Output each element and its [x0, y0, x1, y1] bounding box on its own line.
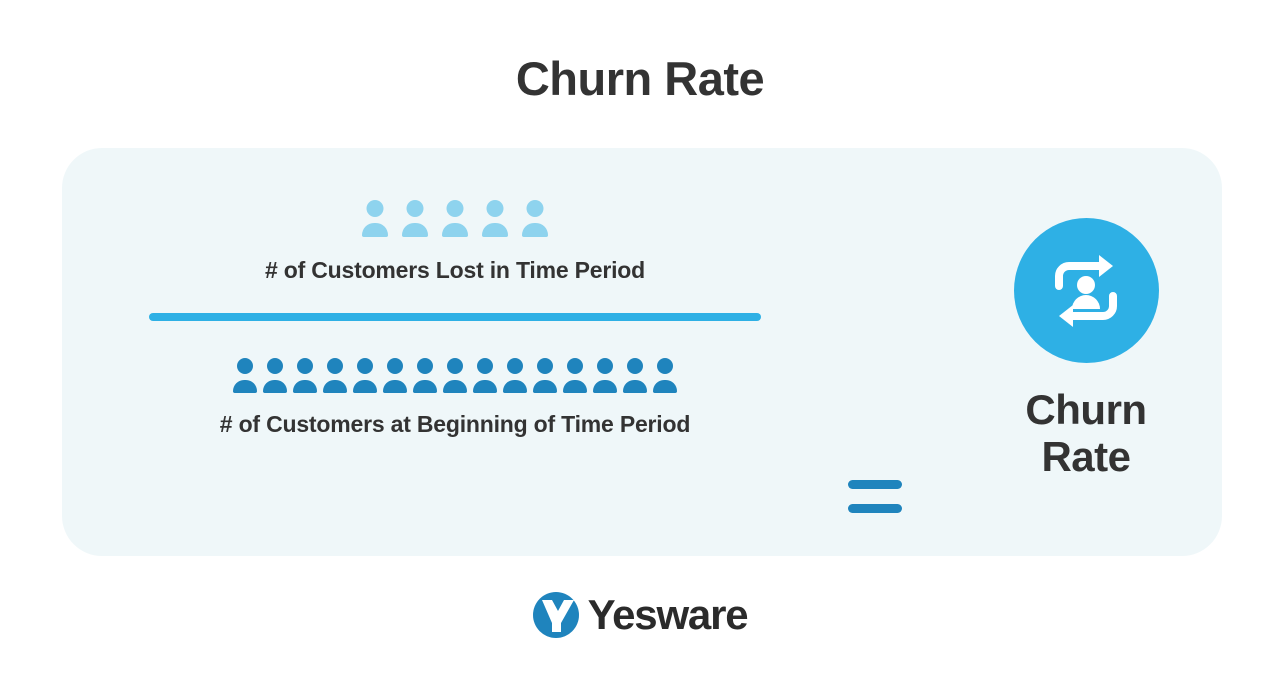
person-icon [323, 358, 348, 396]
person-icon [441, 200, 469, 240]
person-icon [263, 358, 288, 396]
denominator-label: # of Customers at Beginning of Time Peri… [219, 411, 691, 437]
page-title: Churn Rate [515, 52, 765, 105]
person-icon [293, 358, 318, 396]
brand-name: Yesware [587, 591, 749, 638]
numerator-icon-row [118, 196, 792, 240]
person-icon [533, 358, 558, 396]
person-icon [413, 358, 438, 396]
equals-sign [848, 480, 902, 520]
person-icon [481, 200, 509, 240]
denominator-icon-row [118, 352, 792, 396]
customer-turnover-icon [1055, 254, 1117, 327]
result-label-line-1: Churn [1025, 386, 1147, 433]
fraction-divider [149, 313, 761, 321]
churn-badge [1013, 218, 1159, 363]
numerator-label: # of Customers Lost in Time Period [264, 257, 645, 283]
person-icon [563, 358, 588, 396]
formula-card: # of Customers Lost in Time Period # of … [62, 148, 1222, 556]
person-icon [401, 200, 429, 240]
person-icon [521, 200, 549, 240]
footer-logo: Yesware [0, 592, 1280, 638]
person-icon [653, 358, 678, 396]
person-icon [383, 358, 408, 396]
result-label: Churn Rate [950, 386, 1222, 480]
yesware-logo-icon [532, 592, 579, 638]
denominator-group: # of Customers at Beginning of Time Peri… [118, 352, 792, 438]
person-icon [473, 358, 498, 396]
result-block: Churn Rate [950, 218, 1222, 480]
result-label-line-2: Rate [1041, 433, 1131, 481]
person-icon [443, 358, 468, 396]
person-icon [593, 358, 618, 396]
fraction-block: # of Customers Lost in Time Period # of … [118, 196, 792, 506]
person-icon [623, 358, 648, 396]
person-icon [353, 358, 378, 396]
person-icon [233, 358, 258, 396]
person-icon [361, 200, 389, 240]
person-icon [503, 358, 528, 396]
